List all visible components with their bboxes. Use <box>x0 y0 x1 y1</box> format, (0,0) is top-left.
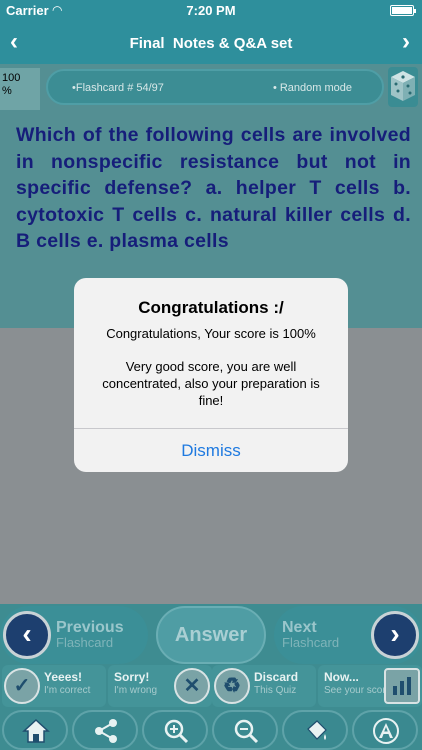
check-icon: ✓ <box>4 668 40 704</box>
discard-subtitle: This Quiz <box>254 685 297 696</box>
correct-subtitle: I'm correct <box>44 685 91 696</box>
color-fill-button[interactable] <box>282 710 348 750</box>
wrong-title: Sorry! <box>114 670 150 684</box>
alert-score-text: Congratulations, Your score is 100% <box>106 326 316 341</box>
next-flashcard-button[interactable]: Next Flashcard › <box>274 606 422 664</box>
home-button[interactable] <box>2 710 68 750</box>
dismiss-button[interactable]: Dismiss <box>74 429 348 472</box>
score-subtitle: See your score <box>324 685 392 696</box>
zoom-out-button[interactable] <box>212 710 278 750</box>
previous-flashcard-button[interactable]: ‹ Previous Flashcard <box>0 606 148 664</box>
bottom-toolbar: ‹ Previous Flashcard Answer Next Flashca… <box>0 604 422 750</box>
recycle-icon: ♻ <box>214 668 250 704</box>
discard-quiz-button[interactable]: ♻ Discard This Quiz <box>212 665 316 707</box>
alert-title: Congratulations :/ <box>138 298 284 317</box>
previous-label-line1: Previous <box>56 619 124 636</box>
right-arrow-icon: › <box>371 611 419 659</box>
font-size-icon <box>373 718 399 744</box>
clock: 7:20 PM <box>186 3 236 18</box>
answer-button[interactable]: Answer <box>156 606 266 664</box>
next-label-line2: Flashcard <box>282 635 340 650</box>
left-arrow-icon: ‹ <box>3 611 51 659</box>
next-label: Next Flashcard <box>282 619 340 651</box>
dice-icon[interactable] <box>388 67 418 107</box>
back-arrow-icon[interactable]: ‹ <box>10 28 18 56</box>
share-icon <box>95 719 117 743</box>
wrong-button[interactable]: Sorry! I'm wrong ✕ <box>108 665 212 707</box>
nav-bar: ‹ Final Notes & Q&A set › <box>0 22 422 64</box>
flashcard-nav-row: ‹ Previous Flashcard Answer Next Flashca… <box>0 604 422 664</box>
zoom-in-button[interactable] <box>142 710 208 750</box>
question-text: Which of the following cells are involve… <box>16 124 411 252</box>
see-score-button[interactable]: Now... See your score <box>318 665 422 707</box>
paint-bucket-icon <box>307 720 327 740</box>
correct-title: Yeees! <box>44 670 83 684</box>
correct-button[interactable]: ✓ Yeees! I'm correct <box>2 665 106 707</box>
flashcard-info-pill: •Flashcard # 54/97 • Random mode <box>46 69 384 105</box>
next-label-line1: Next <box>282 619 317 636</box>
score-indicator: 100 % <box>0 68 40 110</box>
discard-title: Discard <box>254 670 299 684</box>
action-row: ✓ Yeees! I'm correct Sorry! I'm wrong ✕ … <box>0 665 422 707</box>
previous-label-line2: Flashcard <box>56 635 114 650</box>
home-icon <box>22 718 50 743</box>
zoom-out-icon <box>234 719 259 744</box>
mode-label: • Random mode <box>272 82 352 94</box>
score-unit: % <box>2 85 12 97</box>
score-title: Now... <box>324 670 359 684</box>
page-title: Final Notes & Q&A set <box>129 35 293 52</box>
flashcard-number: •Flashcard # 54/97 <box>72 82 164 94</box>
zoom-in-icon <box>164 719 189 744</box>
tool-icon-row <box>0 708 422 750</box>
cross-icon: ✕ <box>174 668 210 704</box>
score-value: 100 <box>2 72 21 84</box>
status-bar: Carrier ◠ 7:20 PM <box>0 0 422 22</box>
battery-icon <box>390 5 416 16</box>
font-size-button[interactable] <box>352 710 418 750</box>
wrong-subtitle: I'm wrong <box>114 685 158 696</box>
alert-message: Very good score, you are well concentrat… <box>102 359 320 408</box>
bar-chart-icon <box>384 668 420 704</box>
previous-label: Previous Flashcard <box>56 619 124 651</box>
forward-arrow-icon[interactable]: › <box>402 28 410 56</box>
congratulations-alert: Congratulations :/ Congratulations, Your… <box>74 278 348 472</box>
share-button[interactable] <box>72 710 138 750</box>
